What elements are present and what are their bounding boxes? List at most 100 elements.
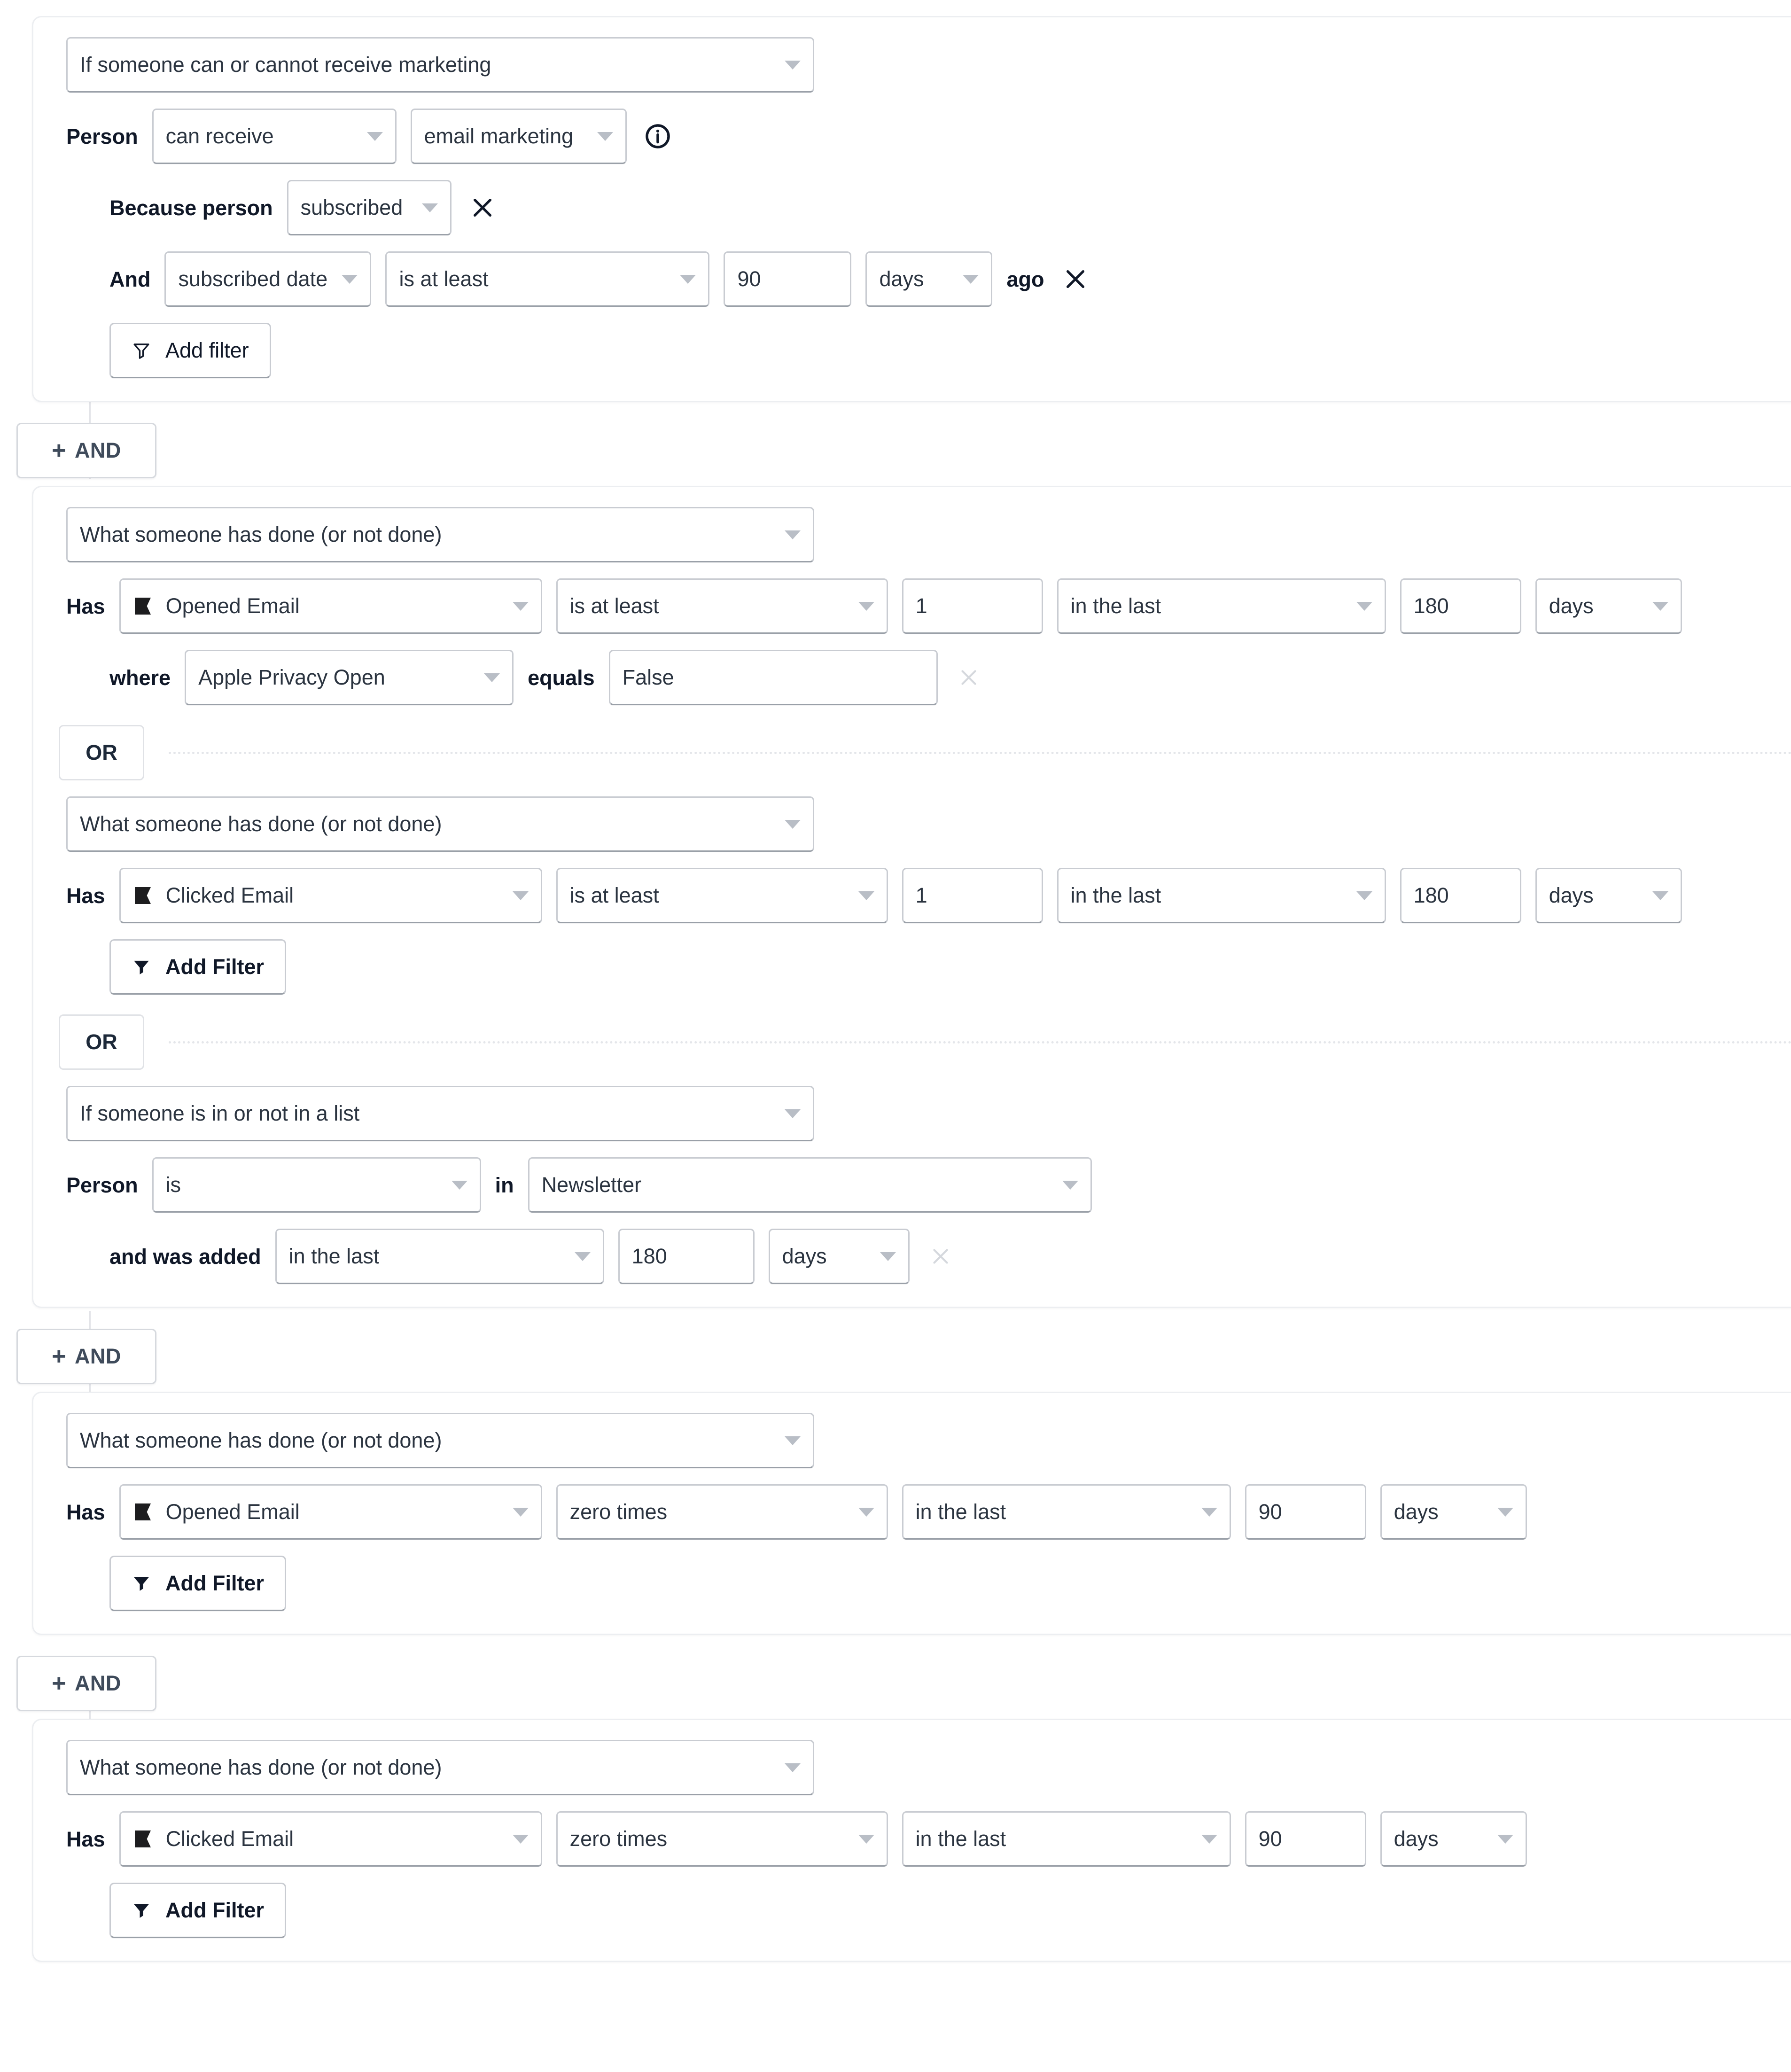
can-receive-select[interactable]: can receive — [152, 109, 397, 164]
add-and-condition-button[interactable]: + AND — [16, 1329, 156, 1384]
chevron-down-icon — [785, 819, 801, 829]
because-person-label: Because person — [109, 195, 273, 220]
subscribed-date-operator-select[interactable]: is at least — [385, 251, 710, 307]
funnel-icon — [132, 957, 151, 977]
timeframe-window-input[interactable]: 180 — [1400, 868, 1521, 923]
subscribed-date-unit-select[interactable]: days — [865, 251, 993, 307]
subscription-reason-select[interactable]: subscribed — [287, 180, 452, 235]
timeframe-select[interactable]: in the last — [902, 1811, 1231, 1867]
metric-select-opened-email[interactable]: Opened Email — [119, 1484, 542, 1540]
timeframe-select[interactable]: in the last — [1057, 868, 1386, 923]
timeframe-select[interactable]: in the last — [1057, 578, 1386, 634]
subscribed-date-operator-value: is at least — [399, 267, 489, 291]
condition-type-select[interactable]: What someone has done (or not done) — [66, 1413, 814, 1468]
add-filter-button[interactable]: Add Filter — [109, 1883, 286, 1938]
filter-value-input[interactable]: False — [608, 650, 938, 705]
condition-type-select[interactable]: If someone is in or not in a list — [66, 1086, 814, 1141]
chevron-down-icon — [484, 673, 500, 682]
timeframe-window-value: 180 — [1413, 594, 1449, 618]
chevron-down-icon — [512, 1834, 529, 1844]
chevron-down-icon — [421, 203, 438, 212]
filter-property-select[interactable]: Apple Privacy Open — [185, 650, 514, 705]
remove-where-filter-button[interactable] — [952, 661, 986, 694]
list-select[interactable]: Newsletter — [528, 1157, 1092, 1213]
timeframe-unit-select[interactable]: days — [1380, 1811, 1527, 1867]
condition-type-value: What someone has done (or not done) — [80, 812, 442, 836]
add-filter-label: Add Filter — [165, 1571, 264, 1595]
add-filter-button[interactable]: Add Filter — [109, 939, 286, 995]
remove-subscribed-date-button[interactable] — [1059, 262, 1092, 296]
info-icon[interactable] — [644, 122, 672, 150]
condition-type-select[interactable]: What someone has done (or not done) — [66, 507, 814, 562]
and-label: And — [109, 267, 151, 291]
marketing-channel-value: email marketing — [424, 124, 574, 148]
has-label: Has — [66, 1827, 105, 1851]
chevron-down-icon — [858, 1834, 874, 1844]
add-filter-button[interactable]: Add filter — [109, 323, 271, 378]
frequency-count-input[interactable]: 1 — [902, 578, 1043, 634]
timeframe-value: in the last — [915, 1827, 1006, 1851]
frequency-operator-select[interactable]: is at least — [556, 868, 888, 923]
timeframe-window-input[interactable]: 90 — [1245, 1484, 1366, 1540]
and-button-label: AND — [74, 1344, 121, 1368]
condition-type-select[interactable]: What someone has done (or not done) — [66, 796, 814, 852]
metric-select-clicked-email[interactable]: Clicked Email — [119, 868, 542, 923]
frequency-operator-select[interactable]: zero times — [556, 1811, 888, 1867]
added-timeframe-value: in the last — [288, 1244, 380, 1268]
condition-type-row: What someone has done (or not done) — [66, 796, 1783, 852]
added-unit-select[interactable]: days — [768, 1229, 910, 1284]
metric-select-opened-email[interactable]: Opened Email — [119, 578, 542, 634]
add-filter-row: Add Filter — [66, 939, 1783, 995]
chevron-down-icon — [512, 1507, 529, 1517]
condition-type-select[interactable]: If someone can or cannot receive marketi… — [66, 37, 814, 93]
timeframe-window-input[interactable]: 90 — [1245, 1811, 1366, 1867]
marketing-channel-select[interactable]: email marketing — [410, 109, 627, 164]
frequency-operator-select[interactable]: zero times — [556, 1484, 888, 1540]
condition-type-select[interactable]: What someone has done (or not done) — [66, 1740, 814, 1795]
timeframe-unit-select[interactable]: days — [1535, 868, 1682, 923]
metric-select-clicked-email[interactable]: Clicked Email — [119, 1811, 542, 1867]
timeframe-unit-select[interactable]: days — [1380, 1484, 1527, 1540]
chevron-down-icon — [1652, 601, 1668, 611]
where-filter-row: where Apple Privacy Open equals False — [66, 650, 1783, 705]
clicked-email-zero-row: Has Clicked Email zero times in the last… — [66, 1811, 1783, 1867]
chevron-down-icon — [1201, 1834, 1217, 1844]
timeframe-window-input[interactable]: 180 — [1400, 578, 1521, 634]
chevron-down-icon — [858, 891, 874, 900]
because-person-row: Because person subscribed — [66, 180, 1783, 235]
or-button[interactable]: OR — [59, 1014, 144, 1070]
add-filter-label: Add filter — [165, 338, 249, 362]
added-window-input[interactable]: 180 — [618, 1229, 755, 1284]
has-label: Has — [66, 883, 105, 908]
or-divider-1: OR — [59, 725, 1791, 780]
frequency-count-value: 1 — [915, 594, 927, 618]
or-label: OR — [86, 1030, 117, 1054]
remove-because-person-button[interactable] — [466, 191, 499, 225]
add-filter-label: Add Filter — [165, 1898, 264, 1922]
opened-email-zero-row: Has Opened Email zero times in the last … — [66, 1484, 1783, 1540]
frequency-count-input[interactable]: 1 — [902, 868, 1043, 923]
list-membership-select[interactable]: is — [152, 1157, 481, 1213]
or-button[interactable]: OR — [59, 725, 144, 780]
chevron-down-icon — [880, 1252, 896, 1261]
equals-label: equals — [528, 665, 595, 690]
condition-type-value: If someone can or cannot receive marketi… — [80, 53, 491, 77]
timeframe-value: in the last — [1070, 883, 1161, 907]
subscribed-date-value-input[interactable]: 90 — [724, 251, 852, 307]
frequency-operator-select[interactable]: is at least — [556, 578, 888, 634]
add-filter-button[interactable]: Add Filter — [109, 1556, 286, 1611]
chevron-down-icon — [1062, 1180, 1078, 1190]
add-and-condition-button[interactable]: + AND — [16, 423, 156, 478]
timeframe-unit-select[interactable]: days — [1535, 578, 1682, 634]
filter-property-value: Apple Privacy Open — [198, 665, 385, 689]
timeframe-select[interactable]: in the last — [902, 1484, 1231, 1540]
add-filter-row: Add filter — [66, 323, 1783, 378]
add-and-condition-button[interactable]: + AND — [16, 1656, 156, 1711]
metric-flag-icon — [133, 596, 156, 616]
where-label: where — [109, 665, 171, 690]
remove-added-condition-button[interactable] — [924, 1239, 958, 1273]
frequency-count-value: 1 — [915, 883, 927, 907]
chevron-down-icon — [342, 274, 358, 284]
subscribed-date-field-select[interactable]: subscribed date — [164, 251, 372, 307]
added-timeframe-select[interactable]: in the last — [275, 1229, 604, 1284]
